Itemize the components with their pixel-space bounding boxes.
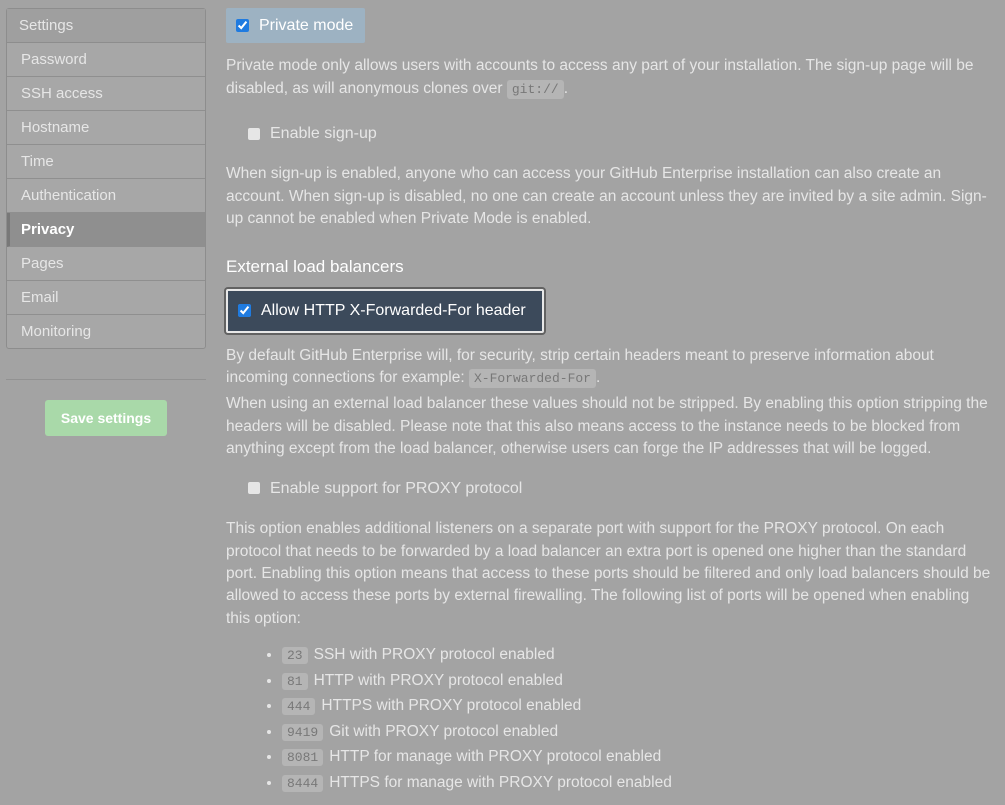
sidebar-item-time[interactable]: Time [7,145,205,179]
private-mode-checkbox[interactable] [236,19,249,32]
sidebar-item-label: SSH access [21,85,103,102]
port-text: Git with PROXY protocol enabled [329,723,558,740]
proxy-description: This option enables additional listeners… [226,518,993,630]
enable-proxy-label[interactable]: Enable support for PROXY protocol [270,477,522,500]
sidebar-item-email[interactable]: Email [7,281,205,315]
sidebar-title: Settings [7,9,205,43]
port-text: SSH with PROXY protocol enabled [314,646,555,663]
enable-signup-description: When sign-up is enabled, anyone who can … [226,163,993,230]
enable-signup-checkbox[interactable] [248,128,260,140]
text: Private mode only allows users with acco… [226,57,974,96]
port-item: 8444 HTTPS for manage with PROXY protocol… [282,772,993,794]
sidebar-item-label: Privacy [21,221,74,238]
sidebar-item-authentication[interactable]: Authentication [7,179,205,213]
sidebar-item-label: Authentication [21,187,116,204]
private-mode-label[interactable]: Private mode [259,14,353,37]
sidebar-item-label: Pages [21,255,64,272]
sidebar-item-label: Email [21,289,59,306]
allow-xff-checkbox[interactable] [238,304,251,317]
sidebar-item-label: Hostname [21,119,89,136]
sidebar-item-label: Monitoring [21,323,91,340]
sidebar-item-hostname[interactable]: Hostname [7,111,205,145]
sidebar-item-pages[interactable]: Pages [7,247,205,281]
port-code: 81 [282,673,308,690]
port-text: HTTP with PROXY protocol enabled [314,672,563,689]
port-item: 23 SSH with PROXY protocol enabled [282,644,993,666]
sidebar-divider [6,379,206,380]
code-git-protocol: git:// [507,80,564,99]
sidebar-item-monitoring[interactable]: Monitoring [7,315,205,348]
save-settings-button[interactable]: Save settings [45,400,167,436]
sidebar-item-privacy[interactable]: Privacy [7,213,205,247]
xff-description-2: When using an external load balancer the… [226,393,993,460]
enable-signup-label[interactable]: Enable sign-up [270,122,377,145]
private-mode-row[interactable]: Private mode [226,8,365,43]
port-code: 8444 [282,775,323,792]
allow-xff-row[interactable]: Allow HTTP X-Forwarded-For header [226,289,544,332]
sidebar-item-password[interactable]: Password [7,43,205,77]
port-code: 23 [282,647,308,664]
port-text: HTTP for manage with PROXY protocol enab… [329,748,661,765]
text: . [564,80,568,97]
text: . [596,369,600,386]
port-item: 9419 Git with PROXY protocol enabled [282,721,993,743]
allow-xff-label[interactable]: Allow HTTP X-Forwarded-For header [261,299,526,322]
port-code: 444 [282,698,315,715]
port-text: HTTPS with PROXY protocol enabled [321,697,581,714]
xff-description-1: By default GitHub Enterprise will, for s… [226,345,993,390]
main-content: Private mode Private mode only allows us… [226,8,1005,797]
sidebar-item-ssh-access[interactable]: SSH access [7,77,205,111]
enable-proxy-checkbox[interactable] [248,482,260,494]
port-item: 444 HTTPS with PROXY protocol enabled [282,695,993,717]
port-code: 8081 [282,749,323,766]
sidebar-item-label: Time [21,153,54,170]
sidebar: Settings Password SSH access Hostname Ti… [6,8,206,797]
private-mode-description: Private mode only allows users with acco… [226,55,993,100]
port-item: 81 HTTP with PROXY protocol enabled [282,670,993,692]
port-code: 9419 [282,724,323,741]
elb-heading: External load balancers [226,255,993,280]
sidebar-nav: Settings Password SSH access Hostname Ti… [6,8,206,349]
proxy-ports-list: 23 SSH with PROXY protocol enabled 81 HTTP… [226,644,993,794]
code-xff-header: X-Forwarded-For [469,369,596,388]
enable-signup-row[interactable]: Enable sign-up [238,116,389,151]
enable-proxy-row[interactable]: Enable support for PROXY protocol [238,471,534,506]
port-item: 8081 HTTP for manage with PROXY protocol … [282,746,993,768]
port-text: HTTPS for manage with PROXY protocol ena… [329,774,672,791]
sidebar-item-label: Password [21,51,87,68]
